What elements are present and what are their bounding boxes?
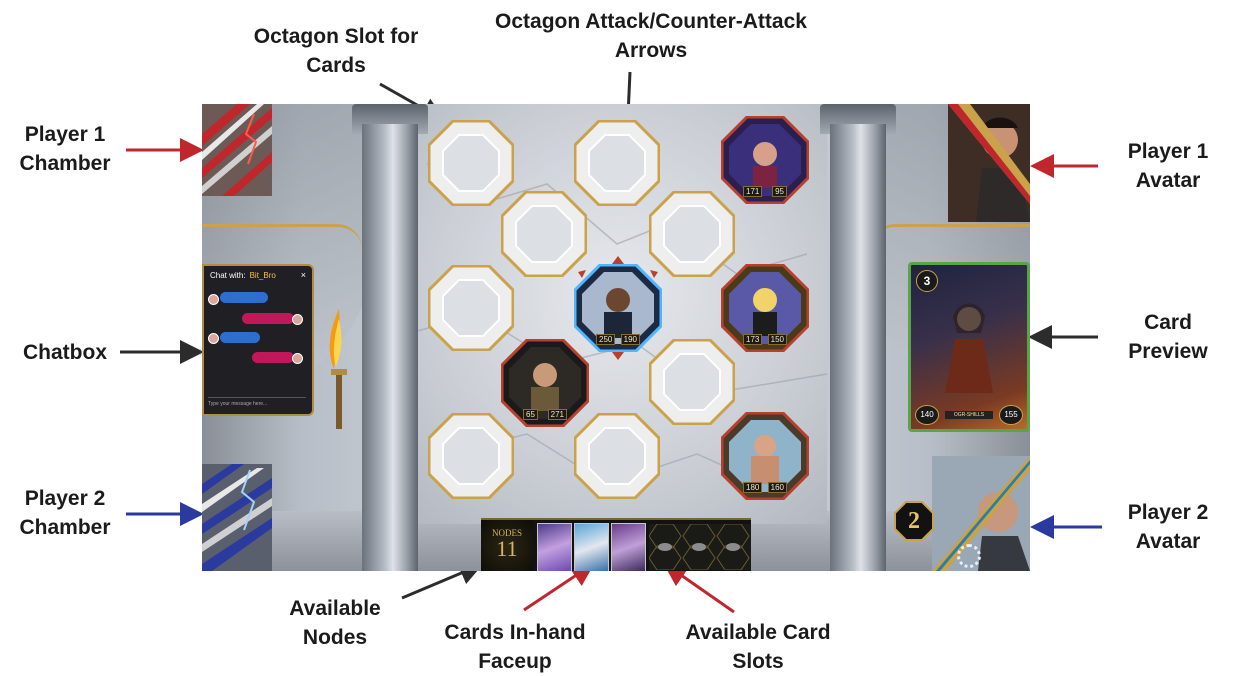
chat-message-incoming xyxy=(220,292,268,303)
label-octagon-arrows: Octagon Attack/Counter-Attack Arrows xyxy=(495,10,807,62)
chat-input[interactable]: Type your message here... xyxy=(208,397,306,410)
card-preview: 3 140 OGR-SHILLS 155 xyxy=(908,262,1030,432)
card-attack: 65 xyxy=(523,409,538,420)
chat-close-button[interactable]: × xyxy=(301,270,306,280)
hand-card[interactable] xyxy=(537,523,572,571)
label-player1-chamber: Player 1 Chamber xyxy=(19,123,111,175)
player1-avatar[interactable] xyxy=(948,104,1030,222)
chat-header: Chat with: Bit_Bro × xyxy=(204,266,312,284)
settings-gear-icon[interactable] xyxy=(957,544,981,568)
preview-art xyxy=(945,303,993,393)
chat-title: Chat with: xyxy=(210,270,246,280)
preview-health: 155 xyxy=(999,405,1023,425)
label-player2-avatar: Player 2 Avatar xyxy=(1127,501,1209,553)
hand-bar: NODES 11 xyxy=(481,518,751,571)
right-gold-rim xyxy=(870,224,1030,249)
card-stats: 180 160 xyxy=(743,482,787,493)
card-attack: 171 xyxy=(743,186,763,197)
card-attack: 180 xyxy=(743,482,763,493)
label-cards-in-hand: Cards In-hand Faceup xyxy=(444,621,586,673)
left-gold-rim xyxy=(202,224,362,249)
game-board: Chat with: Bit_Bro × Type your message h… xyxy=(202,104,1030,571)
card-health: 150 xyxy=(767,334,787,345)
arrow-cards-in-hand xyxy=(523,562,595,612)
hand-card[interactable] xyxy=(574,523,609,571)
chat-username: Bit_Bro xyxy=(249,270,276,280)
left-pillar xyxy=(362,124,418,571)
chat-avatar-self xyxy=(292,314,303,325)
turn-number: 2 xyxy=(908,508,920,534)
card-attack: 173 xyxy=(743,334,763,345)
preview-name: OGR-SHILLS xyxy=(945,411,993,419)
board-card[interactable]: 171 95 xyxy=(720,115,810,205)
chat-message-incoming xyxy=(220,332,260,343)
preview-attack: 140 xyxy=(915,405,939,425)
card-stats: 173 150 xyxy=(743,334,787,345)
player2-chamber[interactable] xyxy=(202,464,272,571)
nodes-count: 11 xyxy=(496,536,518,561)
card-health: 160 xyxy=(767,482,787,493)
chat-avatar-self xyxy=(292,353,303,364)
label-player2-chamber: Player 2 Chamber xyxy=(19,487,111,539)
preview-cost: 3 xyxy=(916,270,938,292)
label-player1-avatar: Player 1 Avatar xyxy=(1127,140,1209,192)
chat-message-outgoing xyxy=(242,313,294,324)
chat-avatar-opponent xyxy=(208,294,219,305)
card-stats: 171 95 xyxy=(743,186,787,197)
arrow-available-card-slots xyxy=(663,562,735,614)
board-card[interactable]: 180 160 xyxy=(720,411,810,501)
label-available-nodes: Available Nodes xyxy=(289,597,381,649)
available-nodes: NODES 11 xyxy=(481,520,533,571)
right-pillar xyxy=(830,124,886,571)
label-chatbox: Chatbox xyxy=(23,341,107,364)
card-health: 271 xyxy=(547,409,567,420)
card-stats: 65 271 xyxy=(523,409,567,420)
card-health: 95 xyxy=(772,186,787,197)
player1-chamber[interactable] xyxy=(202,104,272,196)
attack-arrow-icons xyxy=(578,256,658,360)
board-card[interactable]: 173 150 xyxy=(720,263,810,353)
label-octagon-slot: Octagon Slot for Cards xyxy=(253,25,419,77)
hand-card[interactable] xyxy=(611,523,646,571)
available-card-slots xyxy=(649,524,751,570)
chatbox[interactable]: Chat with: Bit_Bro × Type your message h… xyxy=(202,264,314,416)
label-card-preview: Card Preview xyxy=(1128,311,1208,363)
chat-message-outgoing xyxy=(252,352,294,363)
torch xyxy=(329,309,347,429)
player2-avatar[interactable] xyxy=(932,456,1030,571)
label-available-card-slots: Available Card Slots xyxy=(685,621,831,673)
chat-avatar-opponent xyxy=(208,333,219,344)
